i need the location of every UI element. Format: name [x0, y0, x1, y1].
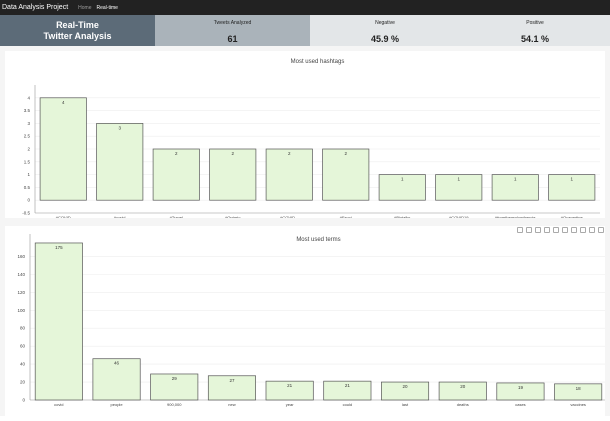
hashtags-y-tick-label: 3: [27, 121, 30, 126]
navbar: Data Analysis Project Home Real-time: [0, 0, 610, 15]
hashtags-x-tick-label: #Fauci: [340, 215, 352, 218]
pan-icon[interactable]: [535, 227, 541, 233]
hashtags-bar: [265, 148, 313, 201]
brand-title[interactable]: Data Analysis Project: [2, 4, 68, 11]
terms-y-tick-label: 60: [20, 344, 26, 349]
positive-card: Positive 54.1 %: [460, 15, 610, 46]
terms-y-tick-label: 160: [17, 254, 25, 259]
hashtags-x-tick-label: #Ontario: [225, 215, 241, 218]
negative-value: 45.9 %: [370, 34, 400, 44]
hashtags-x-tick-label: #Travel: [170, 215, 183, 218]
hashtags-bar: [209, 148, 257, 201]
hashtags-x-tick-label: #COVID...: [280, 215, 298, 218]
terms-bar: [34, 242, 83, 401]
terms-x-tick-label: year: [286, 402, 294, 407]
tweets-analyzed-card: Tweets Analyzed 61: [155, 15, 310, 46]
terms-x-tick-label: vaccines: [570, 402, 586, 407]
terms-y-tick-label: 20: [20, 380, 26, 385]
terms-bar-value-label: 20: [460, 384, 466, 389]
positive-value: 54.1 %: [520, 34, 550, 44]
terms-x-tick-label: new: [228, 402, 235, 407]
hashtags-x-tick-label: #fromtheasylumfrancie: [495, 215, 536, 218]
hashtags-bar: [152, 148, 200, 201]
hashtags-y-tick-label: 2.5: [24, 134, 31, 139]
terms-x-tick-label: deaths: [457, 402, 469, 407]
terms-bar-chart[interactable]: Most used terms 0 20 40 60 80 100 120 140 160 175 c…: [5, 226, 607, 416]
terms-bar-value-label: 20: [403, 384, 409, 389]
zoom-icon[interactable]: [526, 227, 532, 233]
hashtags-x-tick-label: #Quarantine: [561, 215, 584, 218]
terms-chart-panel: Most used terms 0 20 40 60 80 100 120 140 160 175 c…: [5, 226, 607, 416]
camera-icon[interactable]: [517, 227, 523, 233]
dashboard-title-line1: Real-Time: [56, 19, 99, 30]
hashtags-x-tick-label: #covid: [114, 215, 126, 218]
hashtags-bar-chart[interactable]: Most used hashtags-0.500.511.522.533.544…: [5, 51, 605, 220]
stats-bar: Real-Time Twitter Analysis Tweets Analyz…: [0, 15, 610, 46]
terms-x-tick-label: could: [343, 402, 353, 407]
terms-y-tick-label: 120: [17, 290, 25, 295]
terms-y-tick-label: 100: [17, 308, 25, 313]
charts-container: Most used hashtags -0.5 0 0.5 1 1.5 2 2.5 3 3.5 4 4…: [0, 46, 610, 416]
hashtags-bar: [39, 97, 87, 201]
terms-y-tick-label: 0: [22, 398, 25, 403]
terms-x-tick-label: last: [402, 402, 409, 407]
terms-x-tick-label: covid: [54, 402, 63, 407]
zoom-in-icon[interactable]: [562, 227, 568, 233]
hashtags-bar: [96, 123, 144, 201]
hashtags-y-tick-label: 0: [27, 198, 30, 203]
terms-bar-value-label: 19: [518, 385, 524, 390]
terms-bar-value-label: 21: [345, 383, 351, 388]
terms-x-tick-label: people: [111, 402, 124, 407]
hashtags-x-tick-label: #COVID19: [449, 215, 469, 218]
reset-axes-icon[interactable]: [589, 227, 595, 233]
dashboard-title: Real-Time Twitter Analysis: [0, 15, 155, 46]
hashtags-y-tick-label: 1.5: [24, 159, 31, 164]
hashtags-x-tick-label: #Biotalks: [394, 215, 410, 218]
lasso-icon[interactable]: [553, 227, 559, 233]
terms-bar-value-label: 27: [229, 378, 235, 383]
hashtags-y-tick-label: 2: [27, 147, 30, 152]
terms-y-tick-label: 40: [20, 362, 26, 367]
tweets-analyzed-value: 61: [227, 34, 238, 44]
box-select-icon[interactable]: [544, 227, 550, 233]
terms-chart-title: Most used terms: [296, 237, 340, 243]
nav-realtime-link[interactable]: Real-time: [97, 5, 118, 11]
negative-label: Negative: [375, 20, 395, 26]
plotly-logo-icon[interactable]: [598, 227, 604, 233]
hashtags-chart-panel: Most used hashtags -0.5 0 0.5 1 1.5 2 2.5 3 3.5 4 4…: [5, 51, 605, 220]
hashtags-y-tick-label: -0.5: [22, 211, 30, 216]
terms-x-tick-label: 900,000: [167, 402, 182, 407]
chart-modebar: [517, 227, 604, 233]
hashtags-chart-title: Most used hashtags: [291, 59, 345, 65]
hashtags-y-tick-label: 4: [27, 95, 30, 100]
tweets-analyzed-label: Tweets Analyzed: [213, 20, 252, 26]
terms-y-tick-label: 140: [17, 272, 25, 277]
terms-bar-value-label: 175: [55, 245, 63, 250]
hashtags-y-tick-label: 3.5: [24, 108, 31, 113]
positive-label: Positive: [526, 20, 544, 26]
negative-card: Negative 45.9 %: [310, 15, 460, 46]
terms-bar-value-label: 21: [287, 383, 293, 388]
terms-bar-value-label: 29: [172, 376, 178, 381]
nav-home-link[interactable]: Home: [78, 5, 91, 11]
terms-x-tick-label: cases: [515, 402, 525, 407]
hashtags-x-tick-label: #COVID: [56, 215, 71, 218]
terms-y-tick-label: 80: [20, 326, 26, 331]
terms-bar-value-label: 18: [576, 386, 582, 391]
autoscale-icon[interactable]: [580, 227, 586, 233]
hashtags-bar: [322, 148, 370, 201]
terms-bar-value-label: 46: [114, 361, 120, 366]
hashtags-y-tick-label: 0.5: [24, 185, 31, 190]
hashtags-y-tick-label: 1: [27, 172, 30, 177]
dashboard-title-line2: Twitter Analysis: [43, 30, 112, 41]
zoom-out-icon[interactable]: [571, 227, 577, 233]
